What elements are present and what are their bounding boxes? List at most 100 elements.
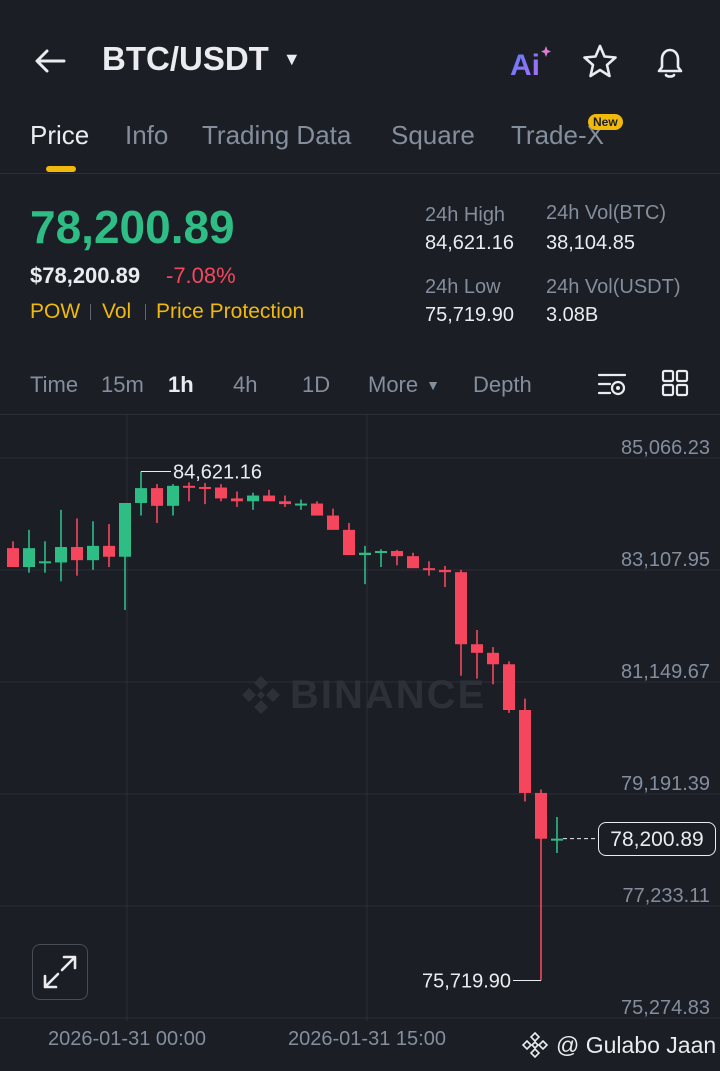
candle-body [135, 488, 147, 503]
high-value: 84,621.16 [425, 232, 514, 254]
price-axis-label: 79,191.39 [621, 773, 710, 795]
price-axis-label: 77,233.11 [623, 885, 711, 907]
candle-body [199, 486, 211, 489]
candle [199, 482, 211, 505]
time-axis-label: 2026-01-31 15:00 [288, 1028, 446, 1050]
candle [311, 501, 323, 516]
candle-body [23, 548, 35, 568]
vol-btc-label: 24h Vol(BTC) [546, 202, 667, 224]
candle-body [471, 644, 483, 653]
candle [519, 698, 531, 802]
price-axis-label: 83,107.95 [621, 549, 710, 571]
low-marker-label: 75,719.90 [422, 971, 511, 993]
arrow-left-icon [35, 49, 66, 73]
price-axis-label: 75,274.83 [621, 997, 710, 1019]
change-percent: -7.08% [166, 263, 236, 288]
candle [535, 789, 547, 981]
candle-body [391, 551, 403, 557]
ai-button[interactable]: Ai [508, 42, 552, 82]
candle [55, 509, 67, 582]
back-button[interactable] [28, 40, 72, 84]
candle-body [359, 552, 371, 556]
tab-info[interactable]: Info [125, 120, 168, 151]
candle-body [343, 529, 355, 556]
credit-watermark: @ Gulabo Jaan [520, 1030, 716, 1060]
candle [487, 647, 499, 685]
tab-trading-data[interactable]: Trading Data [202, 120, 351, 151]
candle [215, 484, 227, 502]
grid-icon [661, 369, 689, 397]
binance-logo-icon [521, 1031, 549, 1059]
price-axis-label: 85,066.23 [621, 437, 710, 459]
tag-vol[interactable]: Vol [102, 300, 131, 324]
candle [167, 484, 179, 516]
candle [503, 661, 515, 713]
candle-body [487, 652, 499, 665]
svg-text:Ai: Ai [510, 49, 540, 82]
candle-body [39, 561, 51, 564]
expand-icon [43, 955, 77, 989]
candle [375, 549, 387, 568]
candle [279, 495, 291, 507]
pair-name: BTC/USDT [102, 40, 269, 77]
ai-icon: Ai [510, 46, 551, 82]
caret-down-icon: ▼ [426, 377, 440, 393]
candle-body [167, 485, 179, 506]
candle-body [247, 495, 259, 502]
candle [119, 502, 131, 610]
candle [71, 518, 83, 576]
current-price-label: 78,200.89 [598, 821, 716, 856]
alert-button[interactable] [650, 42, 690, 82]
candle [327, 508, 339, 530]
usd-price: $78,200.89 [30, 263, 141, 288]
bell-icon [657, 48, 683, 78]
tag-separator [145, 304, 146, 320]
candlestick-chart[interactable]: 85,066.23 83,107.95 81,149.67 79,191.39 77,2… [0, 415, 720, 1071]
timeframe-1d[interactable]: 1D [302, 372, 330, 398]
candle-body [55, 547, 67, 563]
candle-body [439, 569, 451, 573]
candle [87, 521, 99, 570]
candle-body [87, 545, 99, 561]
candle-body [423, 568, 435, 571]
candle-body [215, 487, 227, 499]
tag-pow[interactable]: POW [30, 300, 80, 324]
fullscreen-button[interactable] [32, 944, 88, 1000]
vol-btc-value: 38,104.85 [546, 232, 635, 254]
price-axis-label: 81,149.67 [621, 661, 710, 683]
favorite-button[interactable] [580, 42, 620, 82]
candle [359, 545, 371, 585]
depth-tab[interactable]: Depth [473, 372, 532, 398]
active-tab-indicator [46, 166, 76, 172]
low-label: 24h Low [425, 276, 501, 298]
layout-grid-button[interactable] [660, 368, 690, 398]
vol-usdt-value: 3.08B [546, 304, 599, 326]
new-badge: New [588, 114, 623, 130]
timeframe-1h[interactable]: 1h [168, 372, 194, 398]
timeframe-more[interactable]: More ▼ [368, 372, 440, 398]
candle [471, 629, 483, 679]
candle [407, 552, 419, 569]
indicator-settings-button[interactable] [596, 368, 628, 400]
timeframe-4h[interactable]: 4h [233, 372, 257, 398]
candle-body [295, 503, 307, 506]
last-price: 78,200.89 [30, 201, 235, 253]
candle [551, 816, 563, 853]
candle-body [503, 664, 515, 711]
timeframe-15m[interactable]: 15m [101, 372, 144, 398]
candle-body [375, 551, 387, 554]
high-marker-label: 84,621.16 [173, 461, 262, 483]
candle [455, 569, 467, 676]
candle [423, 561, 435, 576]
divider [0, 173, 720, 174]
credit-text: @ Gulabo Jaan [556, 1031, 717, 1058]
candle-body [327, 515, 339, 530]
candle-body [519, 710, 531, 793]
timeframe-time[interactable]: Time [30, 372, 78, 398]
low-value: 75,719.90 [425, 304, 514, 326]
tag-price-protection[interactable]: Price Protection [156, 300, 304, 324]
chart-settings-icon [597, 373, 627, 396]
tab-square[interactable]: Square [391, 120, 475, 151]
pair-selector[interactable]: BTC/USDT ▼ [102, 40, 301, 78]
tab-price[interactable]: Price [30, 120, 89, 151]
